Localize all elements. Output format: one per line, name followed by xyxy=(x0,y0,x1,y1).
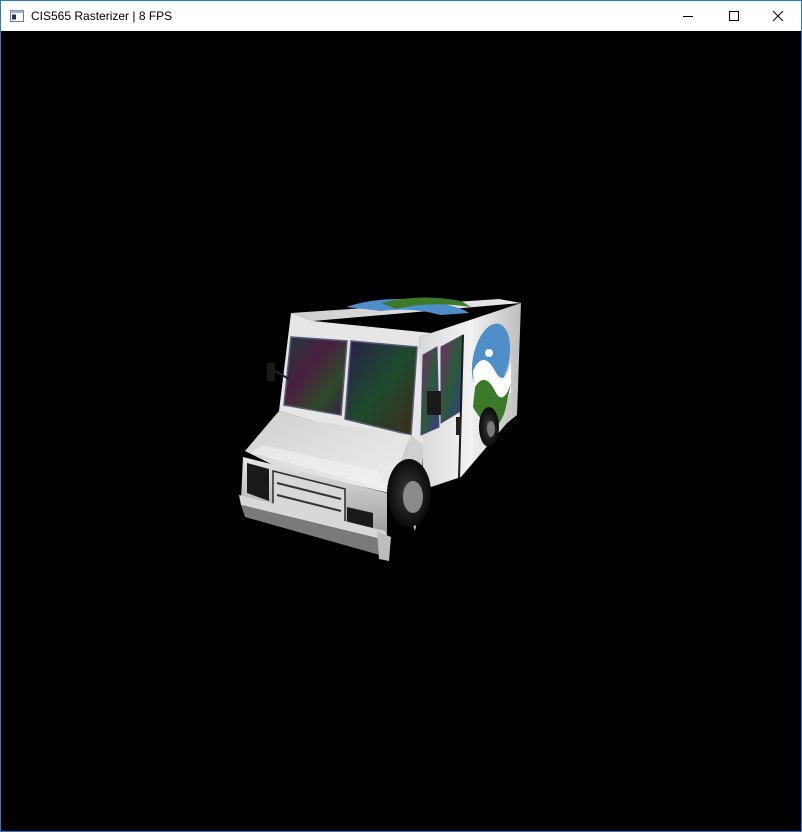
truck-model xyxy=(239,297,521,561)
app-window: CIS565 Rasterizer | 8 FPS xyxy=(0,0,802,832)
minimize-button[interactable] xyxy=(665,1,711,31)
app-window-icon xyxy=(10,10,24,22)
close-button[interactable] xyxy=(755,1,801,31)
maximize-button[interactable] xyxy=(711,1,757,31)
window-title: CIS565 Rasterizer | 8 FPS xyxy=(31,9,173,23)
maximize-icon xyxy=(729,11,739,21)
minimize-icon xyxy=(683,16,693,17)
close-icon xyxy=(772,10,784,22)
render-viewport[interactable] xyxy=(1,31,801,831)
rendered-truck-scene xyxy=(239,297,521,561)
title-bar[interactable]: CIS565 Rasterizer | 8 FPS xyxy=(1,1,801,31)
